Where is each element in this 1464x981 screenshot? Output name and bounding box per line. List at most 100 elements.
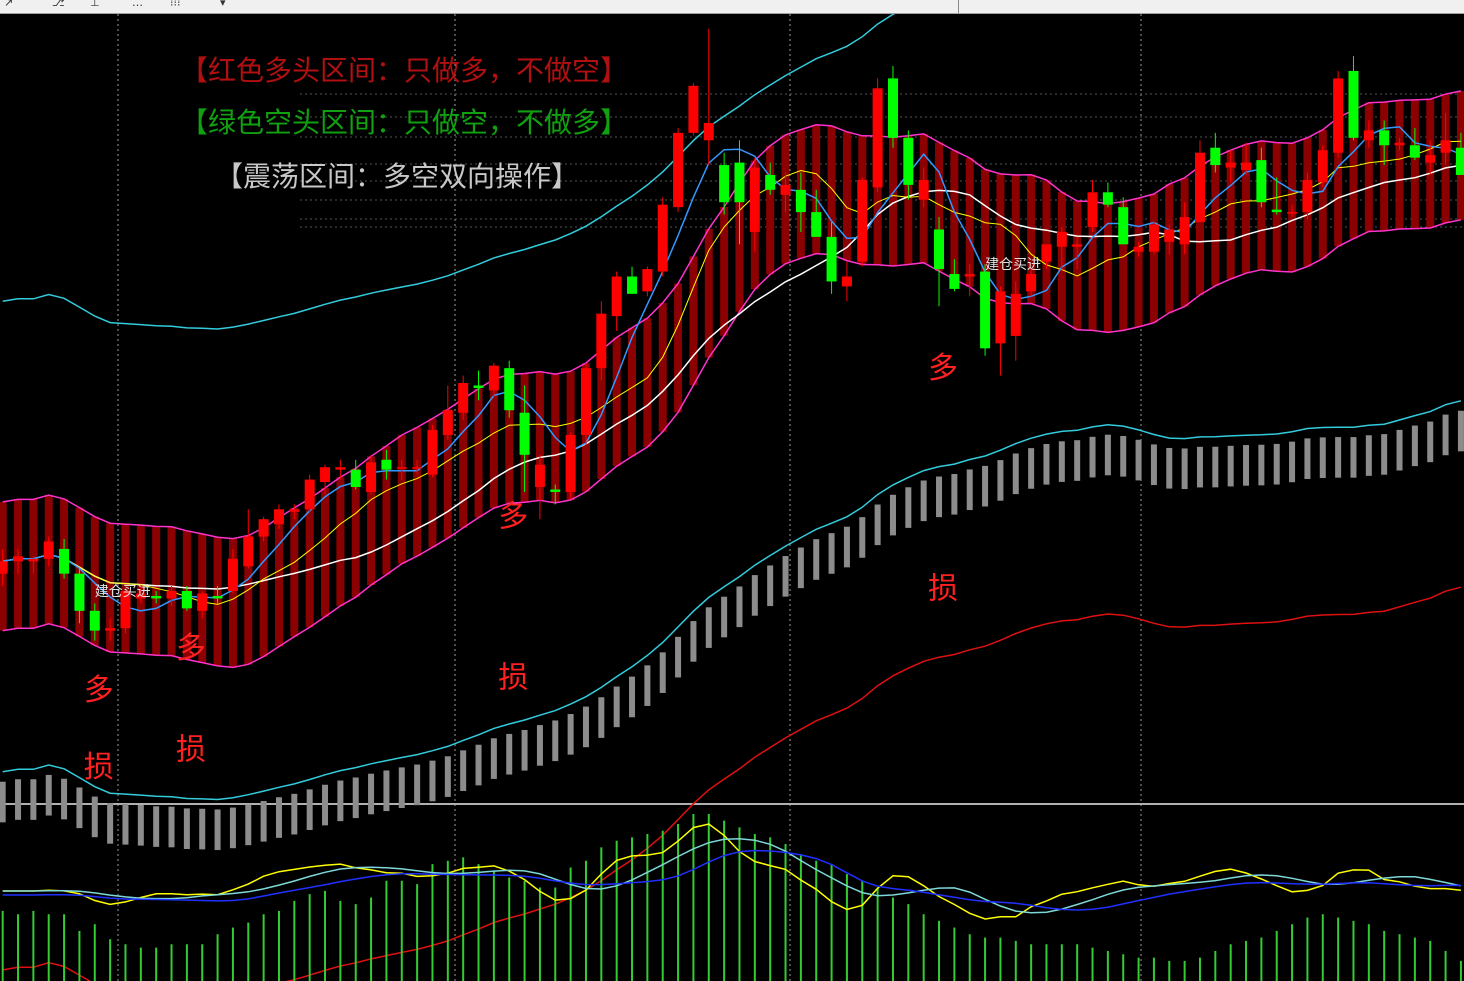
candle-body: [1317, 150, 1328, 183]
stop-band-bar: [1365, 435, 1372, 476]
candle-body: [74, 573, 85, 611]
stop-band-bar: [1304, 438, 1311, 480]
candle-body: [811, 212, 822, 237]
stop-band-bar: [199, 808, 206, 850]
trend-band-bar: [612, 337, 621, 467]
stop-band-bar: [982, 465, 989, 507]
stop-band-bar: [1273, 443, 1280, 485]
candle-body: [1271, 209, 1282, 213]
trend-band-bar: [397, 435, 406, 564]
candle-body: [28, 558, 39, 562]
signal-label: 损: [84, 750, 114, 785]
period-icon[interactable]: ⁝⁝⁝: [170, 0, 181, 9]
trend-band-bar: [305, 498, 314, 628]
stop-band-bar: [45, 774, 52, 816]
stop-band-bar: [0, 781, 6, 823]
candle-body: [320, 467, 331, 483]
entry-label: 建仓买进: [95, 584, 151, 600]
candle-body: [918, 179, 929, 200]
candle-body: [980, 271, 991, 349]
chart-canvas[interactable]: 多损多损多损多损建仓买进建仓买进 【红色多头区间：只做多，不做空】【绿色空头区间…: [0, 14, 1464, 981]
stop-band-bar: [552, 720, 559, 762]
crosshair-icon[interactable]: ⎇: [52, 0, 65, 9]
candle-body: [1164, 229, 1175, 242]
stop-band-bar: [705, 607, 712, 648]
stop-band-bar: [751, 575, 758, 616]
candle-body: [826, 236, 837, 282]
trend-band-bar: [628, 327, 637, 457]
candle-body: [1010, 293, 1021, 336]
stop-band-bar: [797, 547, 804, 589]
stop-band-bar: [475, 744, 482, 786]
trend-band-bar: [1410, 99, 1419, 229]
candle-body: [13, 556, 24, 562]
stop-band-bar: [690, 621, 697, 662]
stop-band-bar: [1258, 444, 1265, 486]
candle-body: [212, 595, 223, 599]
stop-band-bar: [61, 778, 68, 820]
stop-band-bar: [153, 806, 160, 847]
candle-body: [1440, 140, 1451, 153]
trend-band-bar: [321, 488, 330, 617]
stop-band-bar: [1181, 448, 1188, 490]
stop-band-bar: [76, 787, 83, 829]
trend-band-bar: [1211, 157, 1220, 286]
stop-band-bar: [828, 533, 835, 574]
trend-band-bar: [336, 477, 345, 606]
stop-band-bar: [107, 803, 114, 844]
candle-body: [227, 558, 238, 592]
cursor-icon[interactable]: ↗: [4, 0, 13, 9]
stop-band-bar: [398, 767, 405, 809]
candle-body: [412, 467, 423, 469]
stop-band-bar: [229, 807, 236, 849]
stop-band-bar: [1396, 429, 1403, 471]
candle-body: [534, 464, 545, 488]
stop-band-bar: [1381, 434, 1388, 475]
stop-band-bar: [629, 676, 636, 718]
trend-band-bar: [551, 374, 560, 503]
candle-body: [1087, 192, 1098, 227]
trend-band-bar: [474, 388, 483, 518]
candle-body: [488, 365, 499, 391]
candle-body: [780, 184, 791, 195]
zoom-icon[interactable]: …: [132, 0, 143, 9]
stop-band-bar: [920, 480, 927, 522]
trend-band-bar: [259, 527, 268, 657]
candle-body: [995, 291, 1006, 344]
candle-body: [1194, 152, 1205, 223]
stop-band-bar: [506, 733, 513, 775]
candle-body: [289, 509, 300, 512]
stop-band-bar: [291, 793, 298, 835]
stop-band-bar: [1150, 444, 1157, 486]
candle-body: [565, 435, 576, 492]
signal-label: 多: [84, 673, 114, 708]
stop-band-bar: [337, 780, 344, 822]
stop-band-bar: [582, 706, 589, 748]
stop-band-bar: [1120, 435, 1127, 477]
stop-band-bar: [368, 773, 375, 815]
candle-body: [841, 276, 852, 287]
toolbar: ↗ ⎇ ⊥ … ⁝⁝⁝ ▾: [0, 0, 1464, 14]
line-tool-icon[interactable]: ⊥: [90, 0, 100, 9]
dropdown-icon[interactable]: ▾: [220, 0, 226, 9]
candle-body: [596, 313, 607, 369]
osc-signal-line: [2, 849, 1461, 911]
stop-band-bar: [1196, 446, 1203, 488]
osc-slow-line: [2, 837, 1462, 914]
candle-body: [1133, 246, 1144, 252]
stop-band-bar: [675, 636, 682, 678]
trend-band-bar: [689, 256, 698, 386]
trade-signals: 多损多损多损多损建仓买进建仓买进: [84, 257, 1041, 785]
stop-band-bar: [260, 800, 267, 842]
signal-label: 多: [928, 351, 958, 386]
candle-body: [59, 548, 70, 574]
candle-body: [580, 368, 591, 436]
candle-body: [857, 179, 868, 262]
stop-band-bar: [1427, 421, 1434, 463]
candle-body: [1118, 207, 1129, 245]
candle-body: [1455, 147, 1464, 175]
candle-body: [519, 412, 530, 455]
candle-body: [243, 536, 254, 567]
trend-band-bar: [1149, 193, 1158, 323]
candle-body: [396, 467, 407, 469]
